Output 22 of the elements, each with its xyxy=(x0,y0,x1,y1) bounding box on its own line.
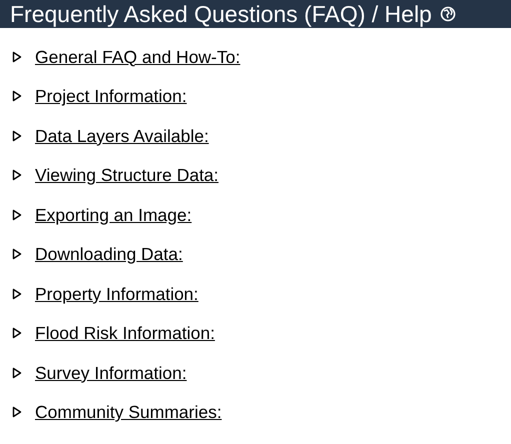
faq-link[interactable]: Exporting an Image: xyxy=(35,202,192,228)
expand-triangle-icon[interactable] xyxy=(12,248,22,260)
expand-triangle-icon[interactable] xyxy=(12,406,22,418)
expand-triangle-icon[interactable] xyxy=(12,208,22,221)
expand-triangle-icon[interactable] xyxy=(12,90,22,102)
faq-link[interactable]: Downloading Data: xyxy=(35,241,183,268)
globe-icon[interactable] xyxy=(440,6,456,22)
expand-triangle-icon[interactable] xyxy=(12,288,22,300)
faq-link[interactable]: Project Information: xyxy=(35,83,187,110)
expand-triangle-icon[interactable] xyxy=(12,130,22,142)
faq-link[interactable]: Survey Information: xyxy=(35,360,187,386)
faq-link[interactable]: Flood Risk Information: xyxy=(35,320,215,346)
expand-triangle-icon[interactable] xyxy=(12,366,22,379)
faq-link[interactable]: Community Summaries: xyxy=(35,399,222,426)
faq-link[interactable]: General FAQ and How-To: xyxy=(35,44,240,70)
expand-triangle-icon[interactable] xyxy=(12,327,22,340)
expand-triangle-icon[interactable] xyxy=(12,169,22,182)
faq-link[interactable]: Data Layers Available: xyxy=(35,122,209,149)
expand-triangle-icon[interactable] xyxy=(12,50,22,63)
faq-link[interactable]: Property Information: xyxy=(35,280,198,307)
page-title: Frequently Asked Questions (FAQ) / Help xyxy=(10,0,432,28)
faq-link[interactable]: Viewing Structure Data: xyxy=(35,162,219,188)
